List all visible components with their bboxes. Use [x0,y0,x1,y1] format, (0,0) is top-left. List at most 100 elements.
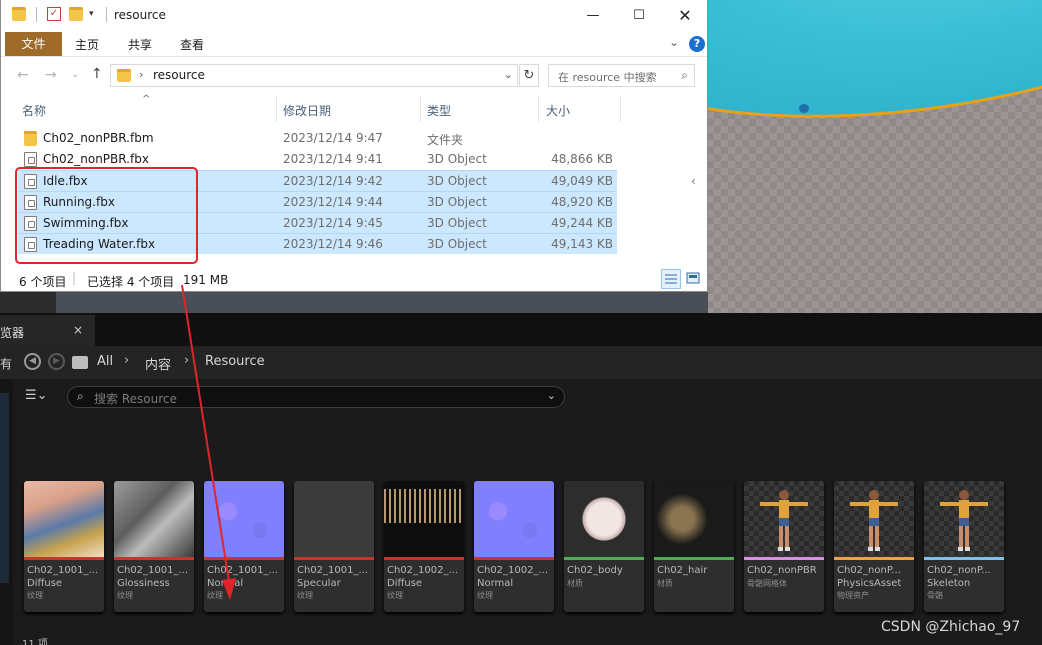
column-divider[interactable] [620,96,621,122]
column-headers: ^ 名称 修改日期 类型 大小 [1,94,707,124]
chevron-right-icon[interactable]: › [124,353,129,368]
actor-marker-icon[interactable] [799,104,809,113]
asset-type: 纹理 [27,591,43,600]
asset-type: 纹理 [387,591,403,600]
file-type: 3D Object [427,216,487,230]
column-divider[interactable] [420,96,421,122]
asset-tile[interactable]: Ch02_body 材质 [564,481,644,612]
title-bar[interactable]: ✓ ▾ resource — ☐ ✕ [1,0,707,31]
window-title: resource [114,8,166,22]
tab-home[interactable]: 主页 [75,36,99,53]
address-bar[interactable]: › resource ⌄ [110,64,518,87]
breadcrumb-content[interactable]: 内容 [145,354,171,373]
asset-tile[interactable]: Ch02_1001_... Normal 纹理 [204,481,284,612]
sort-caret-icon: ^ [142,94,151,105]
asset-type-color-bar [294,557,374,560]
search-icon[interactable]: ⌕ [681,68,688,83]
file-date: 2023/12/14 9:46 [283,237,383,251]
close-icon[interactable]: × [73,323,83,337]
properties-icon[interactable]: ✓ [47,7,61,21]
file-row[interactable]: Ch02_nonPBR.fbm 2023/12/14 9:47 文件夹 [18,128,617,149]
selection-count: 已选择 4 个项目 [87,275,175,289]
tab-view[interactable]: 查看 [180,36,204,53]
annotation-highlight-box [15,167,198,264]
asset-tile[interactable]: Ch02_1002_... Diffuse 纹理 [384,481,464,612]
tab-file[interactable]: 文件 [5,32,62,56]
asset-type: 骨骼网格体 [747,579,787,588]
asset-type: 纹理 [297,591,313,600]
large-icons-view-icon[interactable] [684,269,704,289]
search-placeholder: 搜索 Resource [94,392,177,406]
file-explorer-window: ✓ ▾ resource — ☐ ✕ 文件 主页 共享 查看 ⌄ ? ← → ⌄… [0,0,708,292]
tab-share[interactable]: 共享 [128,36,152,53]
column-name[interactable]: 名称 [22,102,46,119]
new-folder-icon[interactable] [69,7,83,21]
asset-name: Ch02_hair [657,565,708,576]
asset-type-color-bar [114,557,194,560]
watermark: CSDN @Zhichao_97 [881,619,1021,635]
column-divider[interactable] [276,96,277,122]
search-input[interactable]: 在 resource 中搜索 ⌕ [548,64,695,87]
hair-diffuse-texture-thumbnail [384,481,464,557]
asset-tile[interactable]: Ch02_nonP... PhysicsAsset 物理资产 [834,481,914,612]
asset-tile[interactable]: Ch02_nonP... Skeleton 骨骼 [924,481,1004,612]
asset-tile[interactable]: Ch02_nonPBR 骨骼网格体 [744,481,824,612]
divider [106,7,107,22]
asset-type-color-bar [204,557,284,560]
quick-access-dropdown-icon[interactable]: ▾ [89,7,103,21]
chevron-down-icon[interactable]: ⌄ [504,68,513,81]
file-type: 3D Object [427,237,487,251]
breadcrumb-resource[interactable]: Resource [205,354,265,369]
panel-tab-bar: 览器 × [0,313,1042,346]
asset-tile[interactable]: Ch02_1002_... Normal 纹理 [474,481,554,612]
tab-content-browser[interactable]: 览器 × [0,315,95,346]
expand-ribbon-icon[interactable]: ⌄ [669,35,679,49]
help-icon[interactable]: ? [689,36,705,52]
normal-texture-thumbnail [474,481,554,557]
viewport-bottom-strip [56,292,708,313]
column-date[interactable]: 修改日期 [283,102,331,119]
address-path[interactable]: resource [153,68,205,82]
folder-icon[interactable] [72,356,88,369]
asset-type: 纹理 [477,591,493,600]
character-thumbnail [834,481,914,557]
recent-locations-icon[interactable]: ⌄ [71,69,79,80]
sources-panel-selection[interactable] [0,393,9,583]
asset-type-color-bar [24,557,104,560]
file-type: 文件夹 [427,133,464,147]
asset-tile[interactable]: Ch02_hair 材质 [654,481,734,612]
asset-type: 骨骼 [927,591,943,600]
divider [36,7,37,22]
close-button[interactable]: ✕ [662,0,708,31]
asset-type-color-bar [744,557,824,560]
details-view-icon[interactable] [661,269,681,289]
column-size[interactable]: 大小 [546,102,570,119]
breadcrumb-all[interactable]: All [97,354,113,369]
back-icon[interactable]: ◀ [24,353,41,370]
asset-search-input[interactable]: ⌕ 搜索 Resource ⌄ [67,386,565,408]
minimize-button[interactable]: — [570,0,616,31]
back-icon[interactable]: ← [17,67,29,83]
asset-tile[interactable]: Ch02_1001_... Glossiness 纹理 [114,481,194,612]
file-size: 48,920 KB [551,195,613,209]
chevron-down-icon[interactable]: ⌄ [547,389,556,402]
up-icon[interactable]: ↑ [91,66,103,82]
forward-icon[interactable]: ▶ [48,353,65,370]
maximize-button[interactable]: ☐ [616,0,662,31]
forward-icon[interactable]: → [45,67,57,83]
navigation-bar: ← → ⌄ ↑ › resource ⌄ ↻ 在 resource 中搜索 ⌕ [1,56,707,94]
collapse-pane-icon[interactable]: ‹ [691,174,696,188]
chevron-right-icon[interactable]: › [184,353,189,368]
file-size: 49,143 KB [551,237,613,251]
asset-type: 材质 [657,579,673,588]
filter-icon[interactable]: ☰⌄ [25,388,48,403]
chevron-right-icon[interactable]: › [139,68,143,81]
column-type[interactable]: 类型 [427,102,451,119]
asset-tile[interactable]: Ch02_1001_... Specular 纹理 [294,481,374,612]
refresh-button[interactable]: ↻ [519,64,539,87]
asset-name: Ch02_1001_... [297,565,369,576]
column-divider[interactable] [538,96,539,122]
asset-type: 材质 [567,579,583,588]
selection-size: 191 MB [183,273,229,287]
asset-tile[interactable]: Ch02_1001_... Diffuse 纹理 [24,481,104,612]
